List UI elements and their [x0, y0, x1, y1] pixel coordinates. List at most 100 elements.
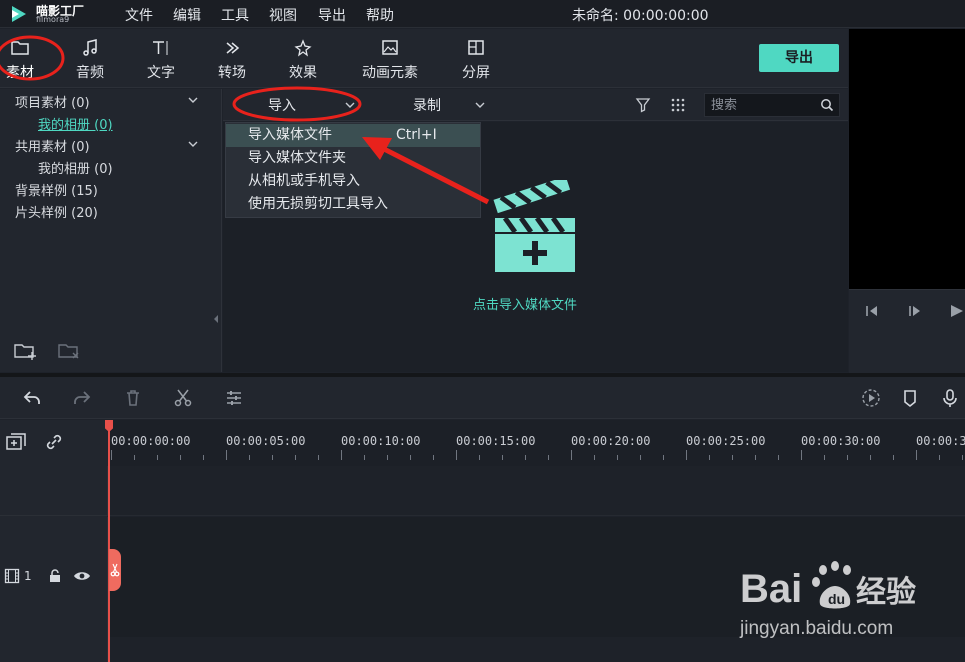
add-track-icon[interactable] — [5, 432, 27, 452]
music-note-icon — [83, 39, 97, 56]
track-empty-row[interactable] — [0, 466, 965, 516]
ruler-minor-tick — [778, 455, 779, 460]
lock-icon[interactable] — [48, 569, 62, 583]
ruler-minor-tick — [157, 455, 158, 460]
collapse-panel-icon[interactable] — [213, 314, 219, 324]
ruler-minor-tick — [272, 455, 273, 460]
undo-icon[interactable] — [22, 388, 42, 408]
chevron-down-icon[interactable] — [188, 139, 198, 149]
tool-split-screen-label: 分屏 — [462, 65, 490, 81]
menu-edit[interactable]: 编辑 — [173, 5, 201, 25]
chevron-down-icon[interactable] — [188, 95, 198, 105]
ruler-minor-tick — [962, 455, 963, 460]
adjust-icon[interactable] — [224, 388, 244, 408]
watermark-url: jingyan.baidu.com — [740, 618, 894, 639]
svg-text:du: du — [828, 591, 845, 607]
clapperboard-add-icon[interactable] — [491, 180, 581, 274]
playhead-scissor-handle[interactable] — [109, 549, 121, 591]
link-icon[interactable] — [44, 432, 64, 452]
grid-view-icon[interactable] — [670, 97, 686, 113]
import-dropdown[interactable]: 导入 — [268, 95, 296, 115]
track-header-empty — [0, 466, 108, 516]
import-media-hint[interactable]: 点击导入媒体文件 — [473, 294, 577, 313]
menu-item-import-media-folder[interactable]: 导入媒体文件夹 — [226, 147, 480, 170]
eye-icon[interactable] — [73, 570, 91, 582]
library-item-shared-media[interactable]: 共用素材 (0) — [15, 136, 90, 155]
menu-item-import-media-files[interactable]: 导入媒体文件 Ctrl+I — [226, 124, 480, 147]
library-item-my-album-shared[interactable]: 我的相册 (0) — [38, 158, 113, 177]
menu-help[interactable]: 帮助 — [366, 5, 394, 25]
menu-tools[interactable]: 工具 — [221, 5, 249, 25]
marker-icon[interactable] — [900, 388, 920, 408]
ruler-major-tick — [341, 450, 342, 460]
search-icon[interactable] — [820, 98, 834, 112]
redo-icon[interactable] — [72, 388, 92, 408]
transition-icon — [226, 42, 240, 54]
menu-item-import-lossless-cut[interactable]: 使用无损剪切工具导入 — [226, 193, 480, 216]
menu-view[interactable]: 视图 — [269, 5, 297, 25]
menu-item-import-from-camera[interactable]: 从相机或手机导入 — [226, 170, 480, 193]
video-track-header: 1 — [0, 517, 108, 637]
menu-item-label: 导入媒体文件夹 — [248, 150, 346, 166]
tool-effects[interactable]: 效果 — [271, 39, 335, 83]
tool-transition[interactable]: 转场 — [200, 39, 264, 83]
chevron-down-icon[interactable] — [475, 100, 485, 110]
library-item-my-album-project[interactable]: 我的相册 (0) — [38, 114, 113, 133]
preview-window — [849, 29, 965, 289]
ruler-major-tick — [801, 450, 802, 460]
ruler-major-tick — [456, 450, 457, 460]
record-dropdown[interactable]: 录制 — [413, 95, 441, 115]
split-screen-icon — [468, 40, 484, 55]
ruler-major-tick — [916, 450, 917, 460]
search-input[interactable] — [711, 97, 811, 113]
next-frame-icon[interactable] — [906, 304, 924, 318]
ruler-minor-tick — [364, 455, 365, 460]
ruler-tick-label: 00:00:15:00 — [456, 434, 536, 448]
timeline-ruler[interactable]: 00:00:00:00 00:00:05:00 00:00:10:00 00:00:1… — [108, 420, 965, 466]
ruler-minor-tick — [548, 455, 549, 460]
library-item-opening-samples[interactable]: 片头样例 (20) — [15, 202, 98, 221]
ruler-minor-tick — [847, 455, 848, 460]
chevron-down-icon[interactable] — [345, 100, 355, 110]
film-icon — [4, 568, 20, 584]
delete-icon[interactable] — [123, 388, 143, 408]
menu-item-label: 使用无损剪切工具导入 — [248, 196, 388, 212]
ruler-minor-tick — [594, 455, 595, 460]
library-item-project-media[interactable]: 项目素材 (0) — [15, 92, 90, 111]
tool-media[interactable]: 素材 — [0, 39, 52, 83]
ruler-tick-label: 00:00:20:00 — [571, 434, 651, 448]
scissors-icon[interactable] — [173, 388, 193, 408]
tool-audio[interactable]: 音频 — [58, 39, 122, 83]
microphone-icon[interactable] — [940, 388, 960, 408]
ruler-major-tick — [111, 450, 112, 460]
render-icon[interactable] — [861, 388, 881, 408]
menu-item-label: 导入媒体文件 — [248, 127, 332, 143]
library-item-background-samples[interactable]: 背景样例 (15) — [15, 180, 98, 199]
playhead[interactable] — [108, 420, 110, 662]
ruler-major-tick — [226, 450, 227, 460]
tool-media-label: 素材 — [6, 65, 34, 81]
app-subname: filmora9 — [36, 15, 70, 24]
export-button[interactable]: 导出 — [759, 44, 839, 72]
menu-export[interactable]: 导出 — [318, 5, 346, 25]
menu-file[interactable]: 文件 — [125, 5, 153, 25]
delete-folder-icon[interactable] — [57, 341, 81, 361]
new-folder-icon[interactable] — [13, 341, 37, 361]
ruler-major-tick — [686, 450, 687, 460]
tool-elements[interactable]: 动画元素 — [358, 39, 422, 83]
track-header-bottom — [0, 637, 108, 662]
ruler-minor-tick — [479, 455, 480, 460]
previous-frame-icon[interactable] — [863, 304, 881, 318]
ruler-tick-label: 00:00:3 — [916, 434, 965, 448]
svg-text:经验: 经验 — [856, 575, 916, 609]
track-number: 1 — [24, 569, 32, 583]
tool-audio-label: 音频 — [76, 65, 104, 81]
tool-split-screen[interactable]: 分屏 — [444, 39, 508, 83]
filter-icon[interactable] — [635, 97, 651, 113]
filmora-logo-icon — [12, 6, 26, 22]
ruler-minor-tick — [755, 455, 756, 460]
tool-text[interactable]: 文字 — [129, 39, 193, 83]
scissors-icon — [110, 563, 120, 577]
ruler-minor-tick — [663, 455, 664, 460]
play-icon[interactable] — [948, 304, 965, 318]
